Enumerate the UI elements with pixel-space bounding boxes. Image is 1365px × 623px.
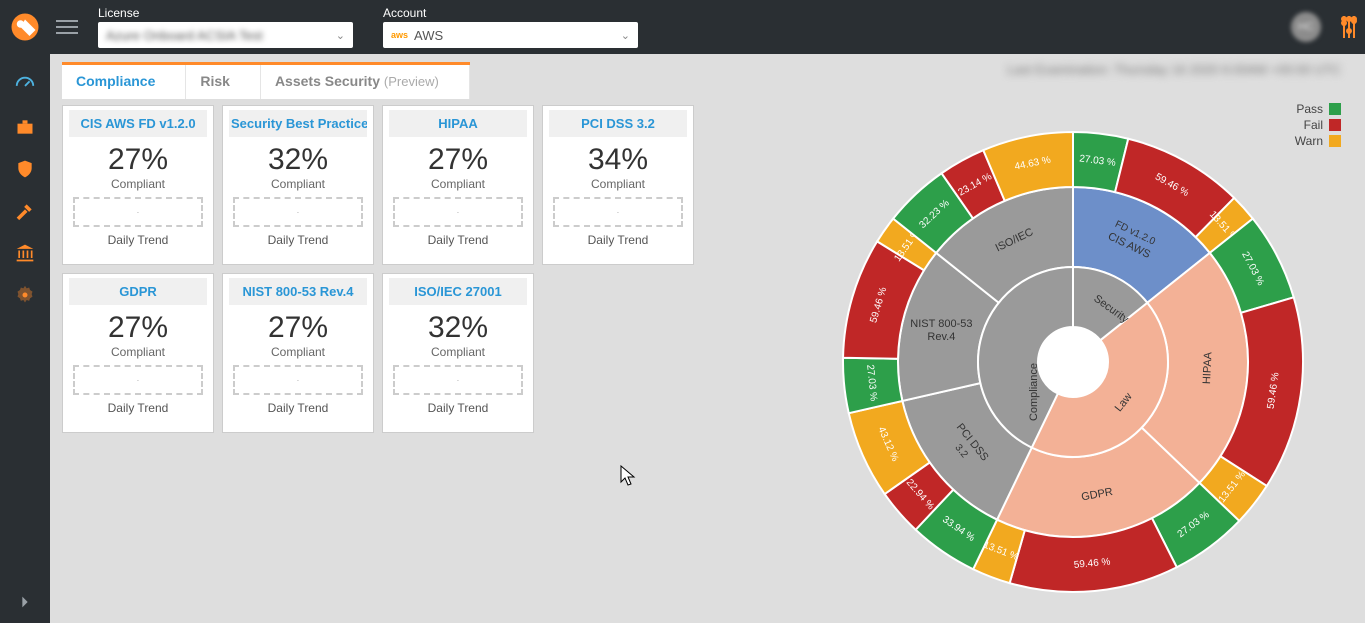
sidebar-collapse-icon[interactable] xyxy=(0,581,50,623)
card-sparkline: · xyxy=(553,197,683,227)
card-title: CIS AWS FD v1.2.0 xyxy=(69,110,207,137)
sidebar-item-settings[interactable] xyxy=(0,274,50,316)
account-field: Account aws AWS ⌄ xyxy=(383,6,638,48)
card-sub: Compliant xyxy=(431,177,485,191)
tab-assets[interactable]: Assets Security (Preview) xyxy=(261,65,470,99)
aws-provider-icon: aws xyxy=(391,30,408,40)
card-title: NIST 800-53 Rev.4 xyxy=(229,278,367,305)
card-title: PCI DSS 3.2 xyxy=(549,110,687,137)
compliance-card[interactable]: Security Best Practices 32% Compliant · … xyxy=(222,105,374,265)
sidebar-item-shield[interactable] xyxy=(0,148,50,190)
account-dropdown[interactable]: aws AWS ⌄ xyxy=(383,22,638,48)
svg-text:NIST 800-53: NIST 800-53 xyxy=(910,318,972,330)
license-field: License Azure Onboard ACSIA Test ⌄ xyxy=(98,6,353,48)
card-sub: Compliant xyxy=(591,177,645,191)
left-sidebar xyxy=(0,54,50,623)
compliance-card[interactable]: CIS AWS FD v1.2.0 27% Compliant · Daily … xyxy=(62,105,214,265)
card-sparkline: · xyxy=(393,365,523,395)
card-sub: Compliant xyxy=(271,345,325,359)
card-title: HIPAA xyxy=(389,110,527,137)
card-percent: 27% xyxy=(268,311,328,345)
card-sparkline: · xyxy=(393,197,523,227)
card-sparkline: · xyxy=(233,365,363,395)
card-percent: 27% xyxy=(108,311,168,345)
svg-text:Rev.4: Rev.4 xyxy=(927,331,955,343)
card-sub: Compliant xyxy=(111,177,165,191)
card-trend-label: Daily Trend xyxy=(108,401,169,415)
card-sparkline: · xyxy=(73,197,203,227)
compliance-card[interactable]: ISO/IEC 27001 32% Compliant · Daily Tren… xyxy=(382,273,534,433)
card-percent: 27% xyxy=(108,143,168,177)
account-label: Account xyxy=(383,6,638,20)
card-title: ISO/IEC 27001 xyxy=(389,278,527,305)
sidebar-item-institution[interactable] xyxy=(0,232,50,274)
card-sub: Compliant xyxy=(271,177,325,191)
card-trend-label: Daily Trend xyxy=(588,233,649,247)
license-label: License xyxy=(98,6,353,20)
settings-sliders-icon[interactable] xyxy=(1343,16,1355,38)
card-sparkline: · xyxy=(233,197,363,227)
user-avatar[interactable]: HC xyxy=(1291,12,1321,42)
cards-grid: CIS AWS FD v1.2.0 27% Compliant · Daily … xyxy=(62,105,763,433)
license-dropdown[interactable]: Azure Onboard ACSIA Test ⌄ xyxy=(98,22,353,48)
card-trend-label: Daily Trend xyxy=(428,233,489,247)
card-percent: 27% xyxy=(428,143,488,177)
chevron-down-icon: ⌄ xyxy=(336,29,345,42)
card-sparkline: · xyxy=(73,365,203,395)
compliance-sunburst-chart[interactable]: CIS AWSFD v1.2.0HIPAAGDPRPCI DSS3.2NIST … xyxy=(813,102,1333,622)
sidebar-item-briefcase[interactable] xyxy=(0,106,50,148)
app-logo-icon xyxy=(10,12,40,42)
chevron-down-icon: ⌄ xyxy=(621,29,630,42)
chart-panel: Last Examination: Thursday 16 2020 6:00A… xyxy=(773,62,1353,615)
compliance-card[interactable]: NIST 800-53 Rev.4 27% Compliant · Daily … xyxy=(222,273,374,433)
svg-text:HIPAA: HIPAA xyxy=(1201,351,1214,384)
top-bar: License Azure Onboard ACSIA Test ⌄ Accou… xyxy=(0,0,1365,54)
card-title: GDPR xyxy=(69,278,207,305)
card-percent: 32% xyxy=(268,143,328,177)
sidebar-item-gavel[interactable] xyxy=(0,190,50,232)
last-examination-text: Last Examination: Thursday 16 2020 6:00A… xyxy=(1007,62,1341,77)
svg-text:Compliance: Compliance xyxy=(1028,363,1040,421)
card-sub: Compliant xyxy=(431,345,485,359)
sidebar-item-dashboard[interactable] xyxy=(0,64,50,106)
card-trend-label: Daily Trend xyxy=(108,233,169,247)
tab-compliance[interactable]: Compliance xyxy=(62,65,186,99)
tab-risk[interactable]: Risk xyxy=(186,65,261,99)
main-content: Compliance Risk Assets Security (Preview… xyxy=(50,54,1365,623)
compliance-card[interactable]: PCI DSS 3.2 34% Compliant · Daily Trend xyxy=(542,105,694,265)
card-trend-label: Daily Trend xyxy=(268,233,329,247)
card-percent: 34% xyxy=(588,143,648,177)
card-title: Security Best Practices xyxy=(229,110,367,137)
compliance-card[interactable]: HIPAA 27% Compliant · Daily Trend xyxy=(382,105,534,265)
card-trend-label: Daily Trend xyxy=(268,401,329,415)
menu-toggle-icon[interactable] xyxy=(56,16,78,38)
card-sub: Compliant xyxy=(111,345,165,359)
compliance-card[interactable]: GDPR 27% Compliant · Daily Trend xyxy=(62,273,214,433)
card-trend-label: Daily Trend xyxy=(428,401,489,415)
card-percent: 32% xyxy=(428,311,488,345)
tab-bar: Compliance Risk Assets Security (Preview… xyxy=(62,62,470,99)
